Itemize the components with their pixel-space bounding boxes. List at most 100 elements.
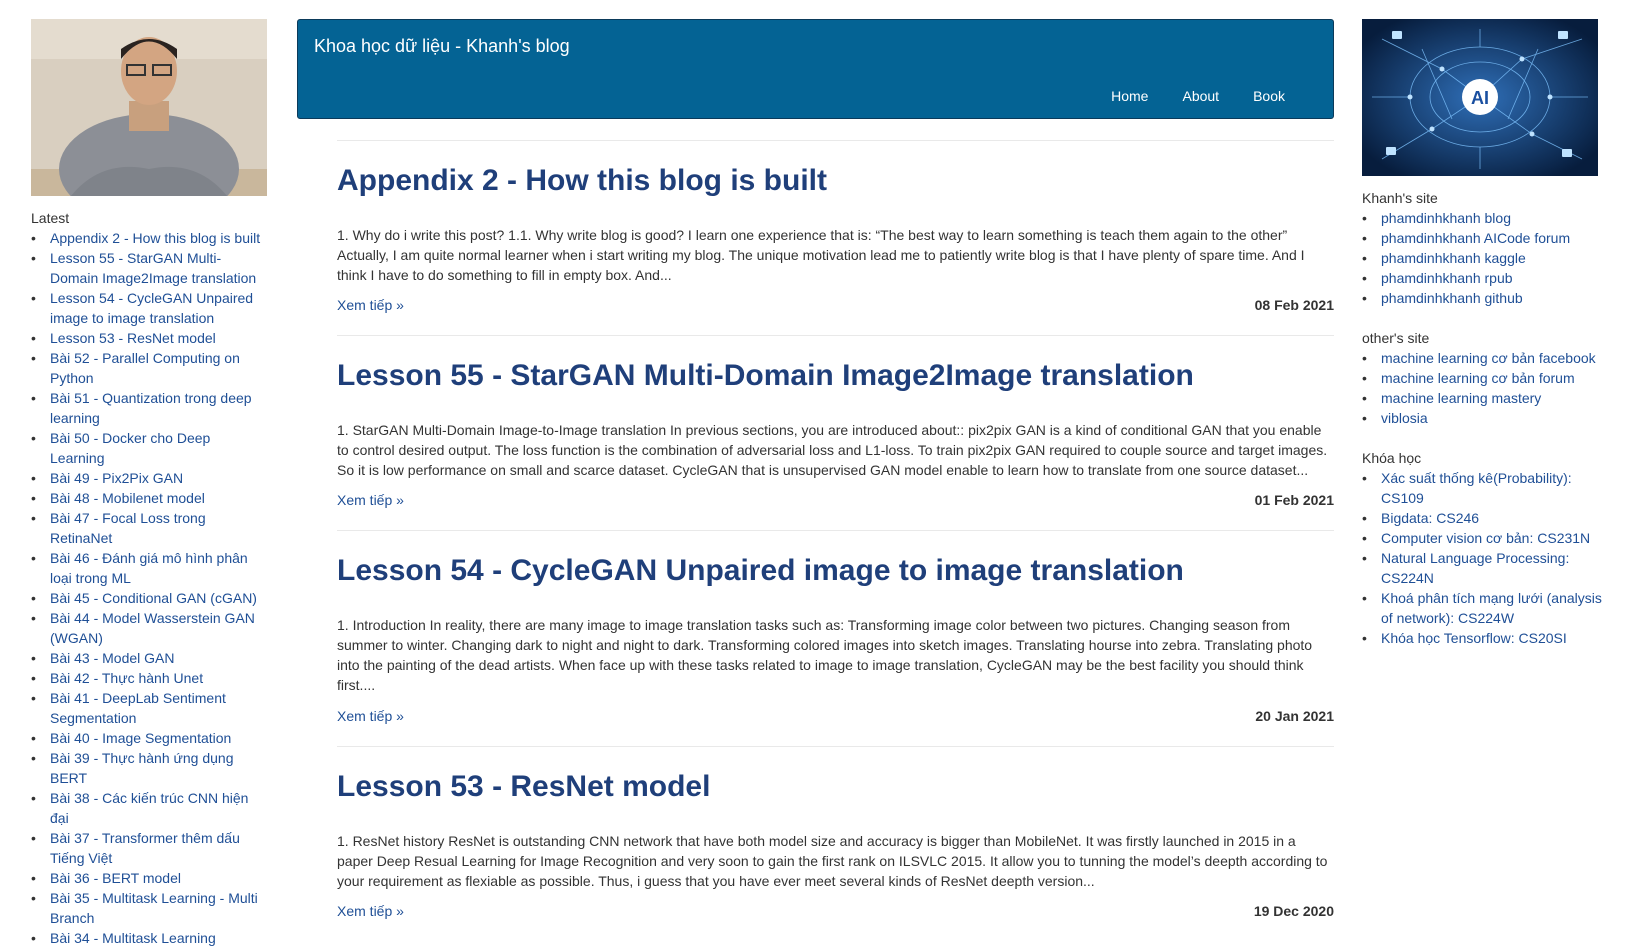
group-heading: other's site bbox=[1362, 330, 1430, 346]
course-link[interactable]: Khoá phân tích mạng lưới (analysis of ne… bbox=[1381, 590, 1602, 626]
latest-link[interactable]: Bài 40 - Image Segmentation bbox=[50, 730, 231, 746]
list-item: phamdinhkhanh kaggle bbox=[1362, 248, 1602, 268]
latest-link[interactable]: Bài 51 - Quantization trong deep learnin… bbox=[50, 390, 252, 426]
latest-link[interactable]: Lesson 53 - ResNet model bbox=[50, 330, 216, 346]
list-item: Bài 52 - Parallel Computing on Python bbox=[31, 348, 266, 388]
latest-link[interactable]: Bài 34 - Multitask Learning bbox=[50, 930, 216, 946]
others-site-group: other's site machine learning cơ bản fac… bbox=[1362, 328, 1602, 428]
post-card: Lesson 55 - StarGAN Multi-Domain Image2I… bbox=[337, 335, 1334, 530]
latest-link[interactable]: Bài 49 - Pix2Pix GAN bbox=[50, 470, 183, 486]
latest-link[interactable]: Bài 36 - BERT model bbox=[50, 870, 181, 886]
list-item: Bài 45 - Conditional GAN (cGAN) bbox=[31, 588, 266, 608]
list-item: Khoá phân tích mạng lưới (analysis of ne… bbox=[1362, 588, 1602, 628]
post-title[interactable]: Lesson 53 - ResNet model bbox=[337, 770, 710, 803]
list-item: Bài 43 - Model GAN bbox=[31, 648, 266, 668]
right-sidebar: AI Khanh's site phamdinhkhanh blog phamd… bbox=[1362, 19, 1602, 668]
list-item: Khóa học Tensorflow: CS20SI bbox=[1362, 628, 1602, 648]
latest-link[interactable]: Lesson 55 - StarGAN Multi-Domain Image2I… bbox=[50, 250, 256, 286]
latest-link[interactable]: Bài 44 - Model Wasserstein GAN (WGAN) bbox=[50, 610, 255, 646]
site-link[interactable]: phamdinhkhanh github bbox=[1381, 290, 1523, 306]
site-link[interactable]: phamdinhkhanh blog bbox=[1381, 210, 1511, 226]
latest-heading: Latest bbox=[31, 210, 70, 226]
list-item: Bài 51 - Quantization trong deep learnin… bbox=[31, 388, 266, 428]
post-title[interactable]: Appendix 2 - How this blog is built bbox=[337, 164, 827, 197]
post-excerpt: 1. ResNet history ResNet is outstanding … bbox=[337, 833, 1328, 889]
post-card: Lesson 54 - CycleGAN Unpaired image to i… bbox=[337, 530, 1334, 746]
ai-badge-text: AI bbox=[1471, 88, 1489, 108]
site-link[interactable]: machine learning cơ bản facebook bbox=[1381, 350, 1596, 366]
site-link[interactable]: machine learning mastery bbox=[1381, 390, 1541, 406]
latest-link[interactable]: Appendix 2 - How this blog is built bbox=[50, 230, 260, 246]
latest-link[interactable]: Bài 35 - Multitask Learning - Multi Bran… bbox=[50, 890, 258, 926]
link-list: machine learning cơ bản facebook machine… bbox=[1362, 348, 1602, 428]
latest-link[interactable]: Bài 43 - Model GAN bbox=[50, 650, 175, 666]
course-link[interactable]: Computer vision cơ bản: CS231N bbox=[1381, 530, 1590, 546]
course-link[interactable]: Natural Language Processing: CS224N bbox=[1381, 550, 1569, 586]
list-item: phamdinhkhanh blog bbox=[1362, 208, 1602, 228]
read-more-link[interactable]: Xem tiếp » bbox=[337, 297, 404, 313]
course-link[interactable]: Bigdata: CS246 bbox=[1381, 510, 1479, 526]
site-link[interactable]: phamdinhkhanh kaggle bbox=[1381, 250, 1526, 266]
list-item: Bài 35 - Multitask Learning - Multi Bran… bbox=[31, 888, 266, 928]
list-item: Bài 39 - Thực hành ứng dụng BERT bbox=[31, 748, 266, 788]
latest-link[interactable]: Bài 45 - Conditional GAN (cGAN) bbox=[50, 590, 257, 606]
author-photo bbox=[31, 19, 267, 196]
list-item: Lesson 54 - CycleGAN Unpaired image to i… bbox=[31, 288, 266, 328]
latest-link[interactable]: Bài 42 - Thực hành Unet bbox=[50, 670, 203, 686]
list-item: Bài 41 - DeepLab Sentiment Segmentation bbox=[31, 688, 266, 728]
course-link[interactable]: Khóa học Tensorflow: CS20SI bbox=[1381, 630, 1567, 646]
site-link[interactable]: machine learning cơ bản forum bbox=[1381, 370, 1575, 386]
list-item: Bigdata: CS246 bbox=[1362, 508, 1602, 528]
read-more-link[interactable]: Xem tiếp » bbox=[337, 492, 404, 508]
list-item: Bài 46 - Đánh giá mô hình phân loại tron… bbox=[31, 548, 266, 588]
site-title[interactable]: Khoa học dữ liệu - Khanh's blog bbox=[314, 36, 570, 57]
list-item: Lesson 53 - ResNet model bbox=[31, 328, 266, 348]
latest-link[interactable]: Bài 50 - Docker cho Deep Learning bbox=[50, 430, 210, 466]
list-item: Bài 38 - Các kiến trúc CNN hiện đại bbox=[31, 788, 266, 828]
list-item: Bài 47 - Focal Loss trong RetinaNet bbox=[31, 508, 266, 548]
read-more-link[interactable]: Xem tiếp » bbox=[337, 708, 404, 724]
latest-link[interactable]: Bài 39 - Thực hành ứng dụng BERT bbox=[50, 750, 234, 786]
post-date: 19 Dec 2020 bbox=[1253, 903, 1334, 919]
list-item: machine learning cơ bản forum bbox=[1362, 368, 1602, 388]
site-link[interactable]: phamdinhkhanh rpub bbox=[1381, 270, 1513, 286]
course-link[interactable]: Xác suất thống kê(Probability): CS109 bbox=[1381, 470, 1572, 506]
list-item: Lesson 55 - StarGAN Multi-Domain Image2I… bbox=[31, 248, 266, 288]
latest-link[interactable]: Bài 46 - Đánh giá mô hình phân loại tron… bbox=[50, 550, 248, 586]
site-link[interactable]: viblosia bbox=[1381, 410, 1428, 426]
post-excerpt: 1. Why do i write this post? 1.1. Why wr… bbox=[337, 227, 1305, 283]
list-item: Computer vision cơ bản: CS231N bbox=[1362, 528, 1602, 548]
list-item: Bài 48 - Mobilenet model bbox=[31, 488, 266, 508]
latest-link[interactable]: Bài 52 - Parallel Computing on Python bbox=[50, 350, 240, 386]
site-header: Khoa học dữ liệu - Khanh's blog Home Abo… bbox=[297, 19, 1334, 119]
list-item: phamdinhkhanh rpub bbox=[1362, 268, 1602, 288]
post-list: Appendix 2 - How this blog is built 1. W… bbox=[337, 140, 1334, 941]
list-item: Bài 49 - Pix2Pix GAN bbox=[31, 468, 266, 488]
list-item: Natural Language Processing: CS224N bbox=[1362, 548, 1602, 588]
list-item: viblosia bbox=[1362, 408, 1602, 428]
list-item: Bài 50 - Docker cho Deep Learning bbox=[31, 428, 266, 468]
nav-about[interactable]: About bbox=[1182, 88, 1219, 104]
post-title[interactable]: Lesson 55 - StarGAN Multi-Domain Image2I… bbox=[337, 359, 1194, 392]
list-item: Bài 36 - BERT model bbox=[31, 868, 266, 888]
latest-link[interactable]: Bài 48 - Mobilenet model bbox=[50, 490, 205, 506]
main-nav: Home About Book bbox=[1077, 88, 1285, 104]
nav-book[interactable]: Book bbox=[1253, 88, 1285, 104]
list-item: Xác suất thống kê(Probability): CS109 bbox=[1362, 468, 1602, 508]
post-title[interactable]: Lesson 54 - CycleGAN Unpaired image to i… bbox=[337, 554, 1184, 587]
list-item: Bài 40 - Image Segmentation bbox=[31, 728, 266, 748]
latest-link[interactable]: Bài 38 - Các kiến trúc CNN hiện đại bbox=[50, 790, 248, 826]
post-excerpt: 1. StarGAN Multi-Domain Image-to-Image t… bbox=[337, 422, 1328, 478]
latest-link[interactable]: Lesson 54 - CycleGAN Unpaired image to i… bbox=[50, 290, 253, 326]
list-item: machine learning cơ bản facebook bbox=[1362, 348, 1602, 368]
latest-link[interactable]: Bài 47 - Focal Loss trong RetinaNet bbox=[50, 510, 206, 546]
site-link[interactable]: phamdinhkhanh AICode forum bbox=[1381, 230, 1570, 246]
list-item: Bài 34 - Multitask Learning bbox=[31, 928, 266, 948]
latest-link[interactable]: Bài 41 - DeepLab Sentiment Segmentation bbox=[50, 690, 226, 726]
link-list: Xác suất thống kê(Probability): CS109 Bi… bbox=[1362, 468, 1602, 648]
latest-link[interactable]: Bài 37 - Transformer thêm dấu Tiếng Việt bbox=[50, 830, 240, 866]
read-more-link[interactable]: Xem tiếp » bbox=[337, 903, 404, 919]
ai-banner-image: AI bbox=[1362, 19, 1598, 176]
nav-home[interactable]: Home bbox=[1111, 88, 1148, 104]
list-item: Bài 44 - Model Wasserstein GAN (WGAN) bbox=[31, 608, 266, 648]
